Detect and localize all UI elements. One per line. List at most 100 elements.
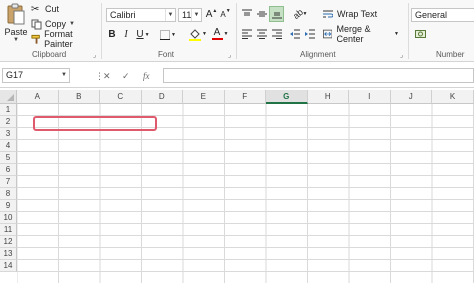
merge-center-button[interactable]: Merge & Center ▼	[323, 24, 399, 44]
font-size-dropdown[interactable]: 11 ▼	[178, 8, 202, 22]
clipboard-dialog-launcher-icon[interactable]: ⌟	[93, 51, 96, 59]
borders-icon	[160, 29, 171, 40]
highlight-annotation	[33, 116, 157, 131]
cancel-entry-icon[interactable]: ✕	[103, 71, 111, 82]
name-box[interactable]: G17 ▼	[2, 68, 70, 83]
align-left-icon	[242, 29, 252, 39]
chevron-down-icon: ▼	[202, 31, 207, 37]
copy-icon	[31, 19, 42, 29]
font-color-swatch	[211, 38, 223, 40]
grow-font-button[interactable]: A ▲	[205, 8, 218, 21]
font-size-value: 11	[182, 10, 192, 20]
column-header-b[interactable]: B	[58, 90, 100, 104]
column-header-a[interactable]: A	[17, 90, 59, 104]
column-header-h[interactable]: H	[307, 90, 349, 104]
chevron-down-icon: ▼	[13, 37, 19, 43]
select-all-button[interactable]	[0, 90, 17, 104]
row-header-8[interactable]: 8	[0, 188, 17, 200]
shrink-font-button[interactable]: A ▼	[220, 8, 231, 21]
chevron-down-icon: ▼	[394, 31, 399, 37]
decrease-indent-icon	[290, 29, 300, 39]
chevron-down-icon: ▼	[223, 31, 229, 37]
grow-font-icon: A	[205, 9, 213, 20]
column-header-d[interactable]: D	[141, 90, 183, 104]
row-header-3[interactable]: 3	[0, 128, 17, 140]
column-header-k[interactable]: K	[432, 90, 474, 104]
font-color-letter: A	[213, 27, 221, 38]
row-header-4[interactable]: 4	[0, 140, 17, 152]
chevron-down-icon: ▼	[165, 9, 175, 21]
row-header-14[interactable]: 14	[0, 260, 17, 272]
row-header-11[interactable]: 11	[0, 224, 17, 236]
confirm-entry-icon[interactable]: ✓	[122, 71, 130, 82]
row-header-7[interactable]: 7	[0, 176, 17, 188]
orientation-icon: ab	[290, 6, 305, 22]
format-painter-button[interactable]: Format Painter	[31, 29, 99, 49]
copy-label: Copy	[45, 19, 67, 29]
bottom-align-button[interactable]	[269, 6, 284, 22]
number-format-dropdown[interactable]: General	[411, 8, 474, 22]
paintbrush-icon	[31, 34, 40, 44]
currency-button[interactable]	[413, 28, 427, 40]
merge-center-label: Merge & Center	[336, 24, 371, 44]
align-right-button[interactable]	[271, 28, 283, 40]
bold-button[interactable]: B	[107, 28, 117, 41]
row-header-10[interactable]: 10	[0, 212, 17, 224]
fill-color-button[interactable]: ▼	[188, 27, 208, 41]
row-header-12[interactable]: 12	[0, 236, 17, 248]
font-group-label: Font	[158, 50, 175, 59]
cell-area[interactable]	[17, 104, 474, 283]
top-align-button[interactable]	[241, 8, 253, 20]
row-header-1[interactable]: 1	[0, 104, 17, 116]
align-center-button[interactable]	[256, 28, 268, 40]
ribbon: Paste ▼ ✂ Cut Copy ▼ Format Painter Clip…	[0, 0, 474, 62]
chevron-down-icon: ▼	[69, 21, 75, 27]
column-header-i[interactable]: I	[349, 90, 391, 104]
row-header-9[interactable]: 9	[0, 200, 17, 212]
font-family-dropdown[interactable]: Calibri ▼	[106, 8, 176, 22]
row-header-6[interactable]: 6	[0, 164, 17, 176]
formula-input[interactable]	[163, 68, 474, 83]
alignment-dialog-launcher-icon[interactable]: ⌟	[400, 51, 403, 59]
merge-center-icon	[323, 29, 333, 39]
underline-button[interactable]: U ▼	[134, 28, 152, 41]
orientation-button[interactable]: ab ▼	[290, 6, 310, 22]
format-painter-label: Format Painter	[44, 29, 73, 49]
name-box-value: G17	[6, 70, 24, 80]
bold-icon: B	[108, 29, 116, 40]
paste-label: Paste	[4, 27, 28, 37]
column-header-j[interactable]: J	[390, 90, 432, 104]
increase-indent-button[interactable]	[304, 28, 316, 40]
insert-function-icon[interactable]: fx	[143, 71, 150, 81]
row-header-13[interactable]: 13	[0, 248, 17, 260]
borders-button[interactable]: ▼	[158, 28, 178, 41]
font-family-value: Calibri	[110, 10, 136, 20]
scissors-icon: ✂	[31, 3, 40, 15]
chevron-down-icon: ▼	[171, 31, 176, 38]
divider	[408, 3, 409, 59]
decrease-indent-button[interactable]	[289, 28, 301, 40]
column-header-c[interactable]: C	[100, 90, 142, 104]
align-left-button[interactable]	[241, 28, 253, 40]
column-header-e[interactable]: E	[183, 90, 225, 104]
font-dialog-launcher-icon[interactable]: ⌟	[228, 51, 231, 59]
paste-button[interactable]: Paste ▼	[4, 3, 28, 47]
column-header-f[interactable]: F	[224, 90, 266, 104]
middle-align-button[interactable]	[256, 8, 268, 20]
wrap-text-button[interactable]: Wrap Text	[323, 8, 383, 20]
paint-bucket-icon	[189, 28, 202, 41]
number-format-value: General	[415, 10, 448, 20]
font-color-button[interactable]: A ▼	[210, 27, 230, 41]
row-header-2[interactable]: 2	[0, 116, 17, 128]
row-header-5[interactable]: 5	[0, 152, 17, 164]
increase-indent-icon	[305, 29, 315, 39]
top-align-icon	[242, 9, 252, 16]
caret-down-icon: ▼	[225, 8, 231, 14]
cut-button[interactable]: ✂ Cut	[31, 3, 81, 15]
divider	[236, 3, 237, 59]
currency-icon	[414, 30, 426, 38]
column-header-g[interactable]: G	[266, 90, 308, 104]
italic-button[interactable]: I	[121, 28, 131, 41]
divider	[101, 3, 102, 59]
underline-icon: U	[136, 29, 144, 40]
